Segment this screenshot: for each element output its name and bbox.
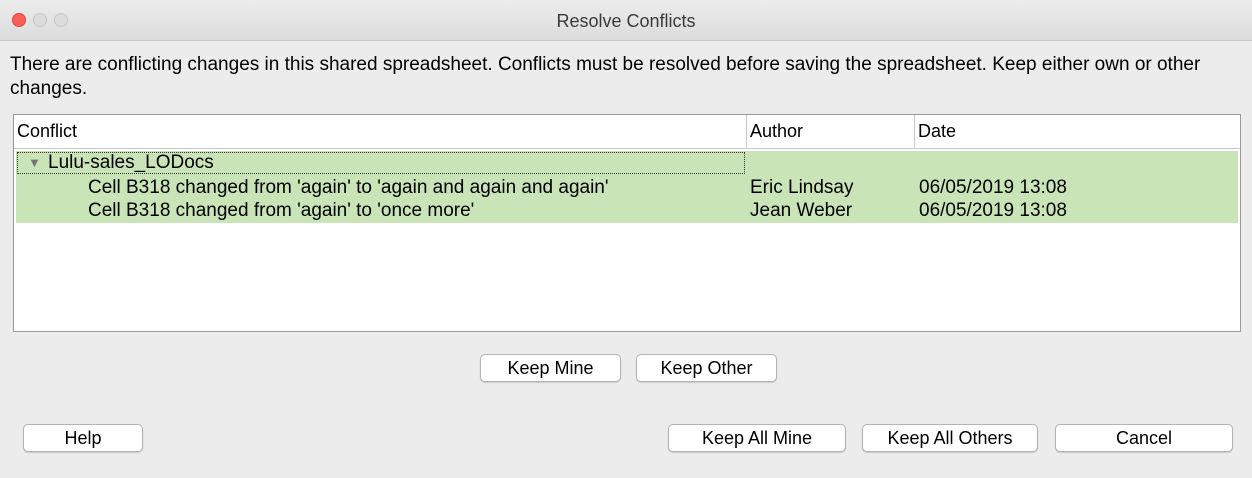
triangle-down-icon[interactable]: ▼ — [28, 153, 41, 173]
conflicts-table: Conflict Author Date ▼ Lulu-sales_LODocs … — [13, 114, 1241, 332]
table-row[interactable]: Cell B318 changed from 'again' to 'once … — [14, 199, 1240, 223]
date-cell: 06/05/2019 13:08 — [919, 200, 1067, 221]
keep-other-button[interactable]: Keep Other — [636, 354, 777, 382]
table-header: Conflict Author Date — [14, 115, 1240, 149]
group-label: Lulu-sales_LODocs — [48, 152, 214, 173]
conflict-group-row[interactable]: ▼ Lulu-sales_LODocs — [14, 152, 1240, 176]
group-label-focus: ▼ Lulu-sales_LODocs — [17, 152, 745, 174]
conflict-cell: Cell B318 changed from 'again' to 'once … — [88, 200, 475, 221]
date-cell: 06/05/2019 13:08 — [919, 177, 1067, 198]
help-button[interactable]: Help — [23, 424, 143, 452]
table-row[interactable]: Cell B318 changed from 'again' to 'again… — [14, 176, 1240, 200]
window-title: Resolve Conflicts — [556, 11, 696, 31]
column-header-conflict[interactable]: Conflict — [14, 115, 747, 148]
keep-all-mine-button[interactable]: Keep All Mine — [668, 424, 846, 452]
keep-all-others-button[interactable]: Keep All Others — [862, 424, 1038, 452]
column-header-author[interactable]: Author — [747, 115, 915, 148]
conflict-message: There are conflicting changes in this sh… — [10, 54, 1201, 99]
author-cell: Jean Weber — [750, 200, 853, 221]
column-header-date[interactable]: Date — [915, 115, 1239, 148]
keep-mine-button[interactable]: Keep Mine — [480, 354, 621, 382]
author-cell: Eric Lindsay — [750, 177, 854, 198]
cancel-button[interactable]: Cancel — [1055, 424, 1233, 452]
conflict-cell: Cell B318 changed from 'again' to 'again… — [88, 177, 609, 198]
title-bar: Resolve Conflicts — [0, 0, 1252, 41]
